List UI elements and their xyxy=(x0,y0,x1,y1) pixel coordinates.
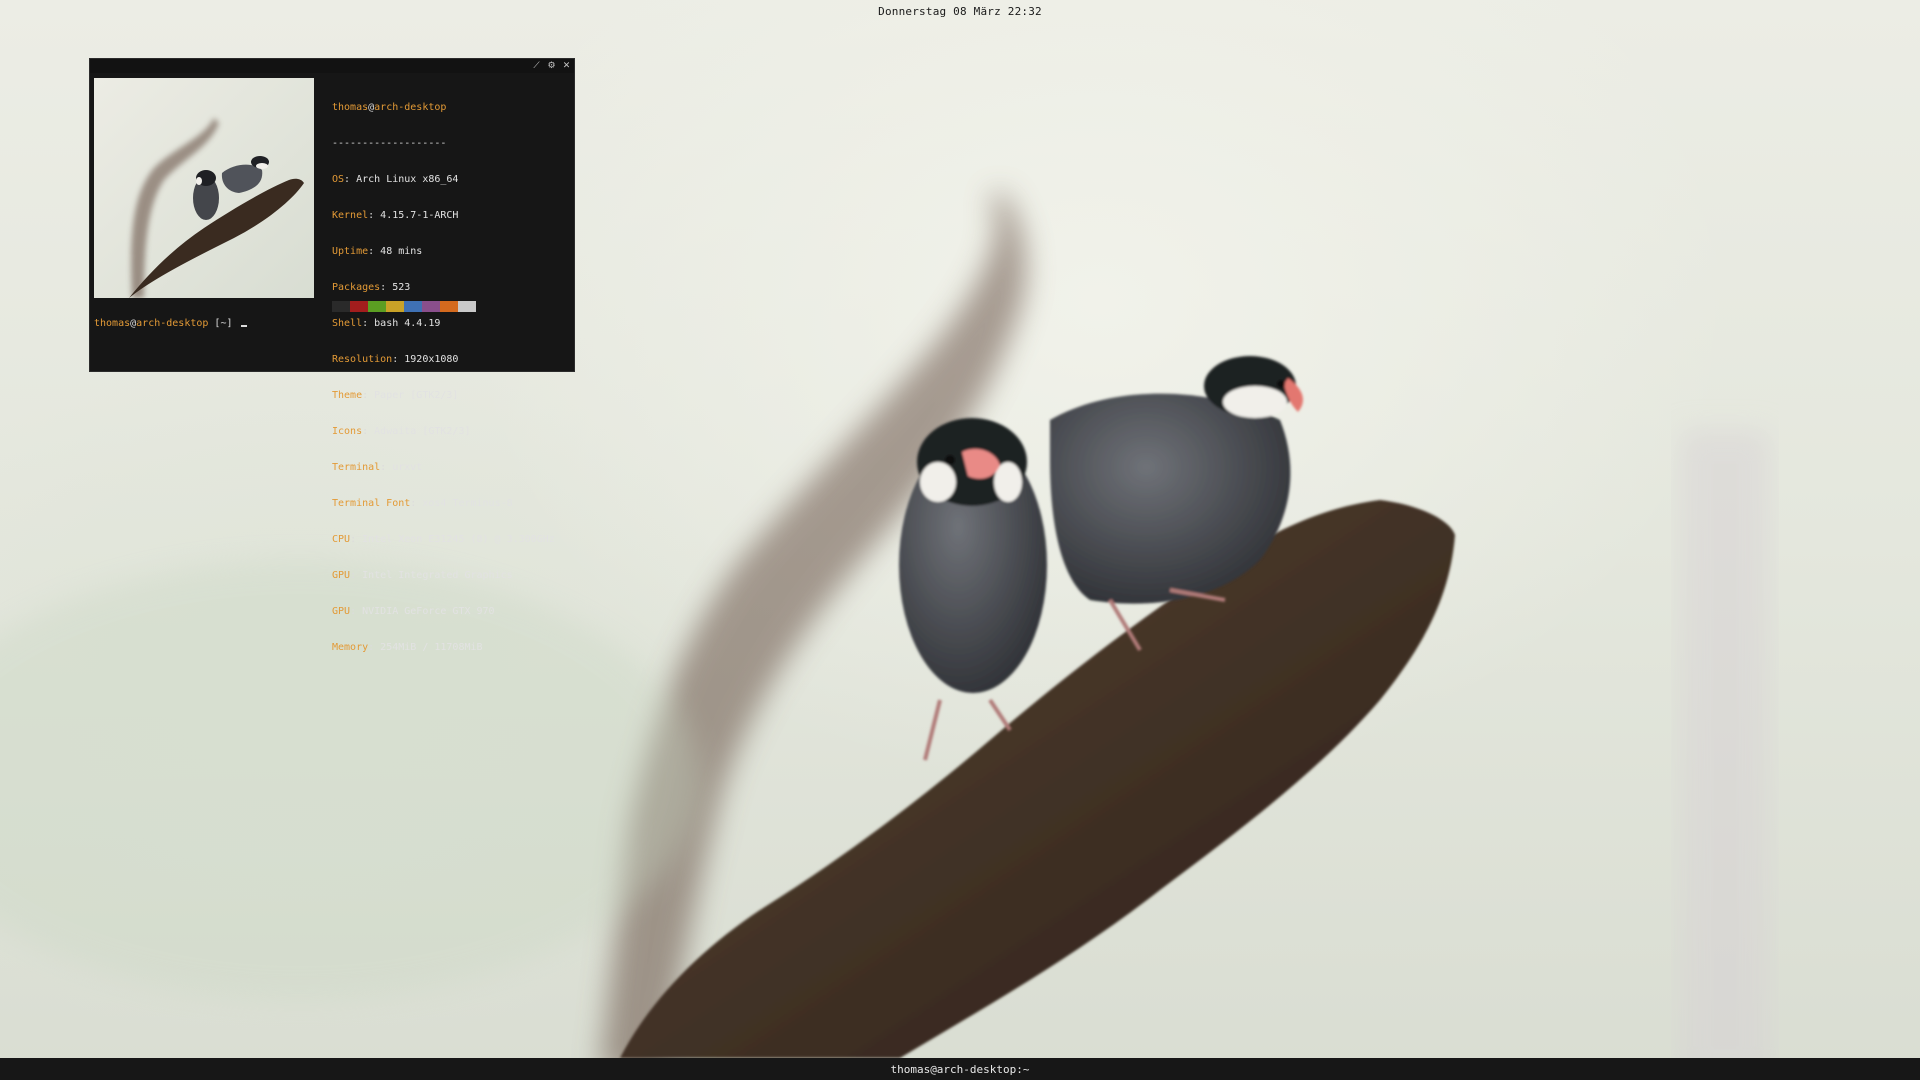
palette-swatch-3 xyxy=(386,301,404,312)
info-row-icons: Icons: Adwaita [GTK2/3] xyxy=(332,426,471,437)
info-row-memory: Memory: 254MiB / 11708MiB xyxy=(332,642,483,653)
info-row-terminal: Terminal: urxvt xyxy=(332,462,423,473)
shell-prompt[interactable]: thomas@arch-desktop [~] xyxy=(94,318,247,330)
clock[interactable]: Donnerstag 08 März 22:32 xyxy=(878,5,1042,18)
palette-swatch-2 xyxy=(368,301,386,312)
minimize-icon[interactable]: ⟋ xyxy=(532,61,541,71)
window-titlebar[interactable]: ⟋ ⚙ ✕ xyxy=(90,59,574,73)
info-row-shell: Shell: bash 4.4.19 xyxy=(332,318,441,329)
info-row-os: OS: Arch Linux x86_64 xyxy=(332,174,459,185)
top-bar: Donnerstag 08 März 22:32 xyxy=(0,0,1920,22)
terminal-window[interactable]: ⟋ ⚙ ✕ thomas@arch-desktop --------------… xyxy=(89,58,575,653)
terminal-content[interactable]: thomas@arch-desktop ------------------- … xyxy=(94,78,570,653)
text-cursor xyxy=(240,325,247,327)
bottom-bar: thomas@arch-desktop:~ xyxy=(0,1058,1920,1080)
info-row-packages: Packages: 523 xyxy=(332,282,411,293)
palette-swatch-1 xyxy=(350,301,368,312)
info-row-kernel: Kernel: 4.15.7-1-ARCH xyxy=(332,210,459,221)
neofetch-image xyxy=(94,78,314,298)
palette-swatch-4 xyxy=(404,301,422,312)
palette-swatch-0 xyxy=(332,301,350,312)
info-row-cpu: CPU: Intel Xeon E31245 (8) @ 3.300GHz xyxy=(332,534,555,545)
info-row-resolution: Resolution: 1920x1080 xyxy=(332,354,459,365)
bird-left xyxy=(899,418,1047,761)
palette-swatch-6 xyxy=(440,301,458,312)
palette-swatch-7 xyxy=(458,301,476,312)
info-row-gpu-1: GPU: Intel Integrated Graphics xyxy=(332,570,513,581)
info-header: thomas@arch-desktop xyxy=(332,102,447,113)
color-palette xyxy=(332,301,476,312)
info-row-terminal-font: Terminal Font: xos4 Terminus-8 xyxy=(332,498,513,509)
palette-swatch-5 xyxy=(422,301,440,312)
info-separator: ------------------- xyxy=(332,138,447,149)
info-row-theme: Theme: Paper [GTK2/3] xyxy=(332,390,459,401)
settings-icon[interactable]: ⚙ xyxy=(547,61,556,71)
info-row-uptime: Uptime: 48 mins xyxy=(332,246,423,257)
info-row-gpu-2: GPU: NVIDIA GeForce GTX 970 xyxy=(332,606,495,617)
active-window-title[interactable]: thomas@arch-desktop:~ xyxy=(890,1063,1029,1076)
close-icon[interactable]: ✕ xyxy=(562,61,571,71)
system-info: thomas@arch-desktop ------------------- … xyxy=(332,78,555,678)
